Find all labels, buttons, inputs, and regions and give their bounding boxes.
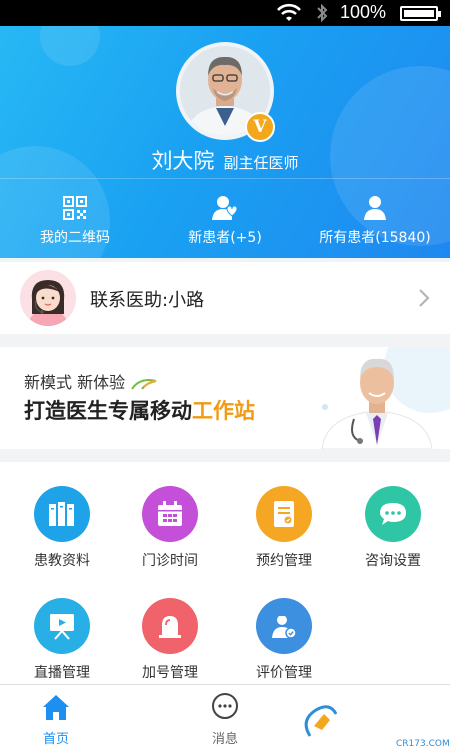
- siren-icon: [159, 616, 181, 638]
- review-circle: [256, 598, 312, 654]
- consultation-circle: [365, 486, 421, 542]
- message-icon: [212, 693, 238, 719]
- status-bar: 100%: [0, 0, 450, 26]
- tab-home-label: 首页: [42, 732, 69, 747]
- wifi-icon: [277, 3, 301, 21]
- clinic-hours-button[interactable]: 门诊时间: [115, 486, 225, 570]
- live-management-circle: [34, 598, 90, 654]
- review-management-label: 评价管理: [256, 665, 312, 681]
- calendar-icon: [158, 501, 182, 526]
- site-watermark: 西西软件园 CR173.COM: [300, 700, 450, 750]
- extra-number-button[interactable]: 加号管理: [115, 598, 225, 682]
- extra-number-circle: [142, 598, 198, 654]
- all-patients-label: 所有患者(15840): [319, 230, 431, 246]
- leaf-icon: [131, 378, 157, 390]
- watermark-text: 西西软件园: [338, 714, 423, 735]
- appointment-circle: [256, 486, 312, 542]
- battery-percent: 100%: [340, 2, 387, 22]
- extra-number-label: 加号管理: [142, 665, 198, 681]
- qr-code-label: 我的二维码: [40, 230, 110, 246]
- live-management-label: 直播管理: [34, 665, 90, 681]
- banner-line2-main: 打造医生专属移动: [24, 399, 192, 423]
- patient-education-label: 患教资料: [34, 553, 90, 569]
- qr-code-icon: [63, 196, 87, 220]
- patient-education-circle: [34, 486, 90, 542]
- appointment-management-label: 预约管理: [256, 553, 312, 569]
- consultation-settings-button[interactable]: 咨询设置: [338, 486, 448, 570]
- function-grid: 患教资料 门诊时间 预约管理 咨询设置 直播管理 加号管理 评价管理: [0, 462, 450, 684]
- doctor-title: 副主任医师: [223, 154, 299, 172]
- new-patient-icon: [212, 196, 238, 220]
- patient-education-button[interactable]: 患教资料: [7, 486, 117, 570]
- new-patients-button[interactable]: 新患者(+5): [150, 179, 300, 258]
- promo-banner[interactable]: 新模式 新体验 打造医生专属移动工作站: [0, 347, 450, 449]
- all-patients-button[interactable]: 所有患者(15840): [300, 179, 450, 258]
- clinic-hours-label: 门诊时间: [142, 553, 198, 569]
- tab-home[interactable]: 首页: [1, 693, 111, 747]
- tab-messages[interactable]: 消息: [170, 693, 280, 747]
- verified-badge: V: [245, 112, 275, 142]
- battery-icon: [400, 6, 441, 21]
- banner-line1-text: 新模式 新体验: [24, 373, 126, 392]
- review-management-button[interactable]: 评价管理: [229, 598, 339, 682]
- bluetooth-icon: [317, 3, 328, 23]
- contact-assistant-row[interactable]: 联系医助:小路: [0, 262, 450, 334]
- chevron-right-icon: [419, 289, 430, 307]
- appointment-icon: [274, 501, 294, 527]
- profile-header: V 刘大院 副主任医师 我的二维码 新患者(+5) 所有患者(15840): [0, 26, 450, 258]
- doctor-name-row: 刘大院 副主任医师: [0, 145, 450, 175]
- live-management-button[interactable]: 直播管理: [7, 598, 117, 682]
- consultation-settings-label: 咨询设置: [365, 553, 421, 569]
- new-patients-label: 新患者(+5): [188, 230, 262, 246]
- all-patients-icon: [364, 196, 386, 220]
- banner-line2-highlight: 工作站: [192, 399, 255, 423]
- banner-line1: 新模式 新体验: [24, 369, 158, 393]
- doctor-review-icon: [272, 614, 297, 639]
- contact-assistant-label: 联系医助:小路: [90, 290, 205, 311]
- appointment-management-button[interactable]: 预约管理: [229, 486, 339, 570]
- watermark-sub: CR173.COM: [396, 739, 450, 749]
- books-icon: [49, 502, 74, 526]
- doctor-name: 刘大院: [151, 149, 215, 173]
- home-icon: [43, 695, 69, 720]
- live-board-icon: [50, 614, 74, 640]
- qr-code-button[interactable]: 我的二维码: [0, 179, 150, 258]
- banner-line2: 打造医生专属移动工作站: [24, 395, 255, 425]
- clinic-hours-circle: [142, 486, 198, 542]
- tab-messages-label: 消息: [211, 732, 238, 747]
- banner-doctor-image: [321, 358, 433, 449]
- assistant-avatar: [20, 270, 76, 326]
- stats-row: 我的二维码 新患者(+5) 所有患者(15840): [0, 178, 450, 258]
- chat-icon: [380, 503, 406, 525]
